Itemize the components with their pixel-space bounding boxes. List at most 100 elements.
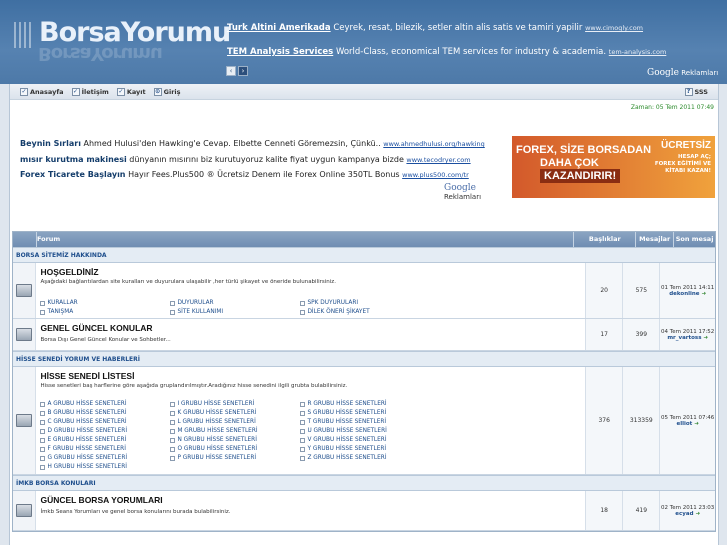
text-ad-title[interactable]: Forex Ticarete Başlayın bbox=[20, 170, 126, 179]
subforum-label: Z GRUBU HİSSE SENETLERİ bbox=[307, 455, 387, 461]
subforum-link[interactable]: R GRUBU HİSSE SENETLERİ bbox=[300, 400, 430, 409]
subforum-link[interactable]: KURALLAR bbox=[40, 299, 170, 308]
subforum-link[interactable]: F GRUBU HİSSE SENETLERİ bbox=[40, 445, 170, 454]
subforum-link[interactable]: H GRUBU HİSSE SENETLERİ bbox=[40, 463, 170, 472]
subforum-label: P GRUBU HİSSE SENETLERİ bbox=[177, 455, 257, 461]
subforum-label: K GRUBU HİSSE SENETLERİ bbox=[177, 410, 257, 416]
subforum-label: U GRUBU HİSSE SENETLERİ bbox=[307, 428, 387, 434]
subforum-icon bbox=[170, 402, 176, 407]
topic-count: 20 bbox=[586, 263, 624, 318]
subforum-icon bbox=[300, 429, 306, 434]
forum-title[interactable]: GENEL GÜNCEL KONULAR bbox=[40, 323, 581, 333]
google-ads-text: Reklamları bbox=[444, 193, 482, 201]
go-to-post-icon[interactable]: ➜ bbox=[703, 335, 708, 341]
chevron-right-icon[interactable]: › bbox=[238, 66, 248, 76]
subforum-link[interactable]: S GRUBU HİSSE SENETLERİ bbox=[300, 409, 430, 418]
subforum-link[interactable]: C GRUBU HİSSE SENETLERİ bbox=[40, 418, 170, 427]
subforum-link[interactable]: K GRUBU HİSSE SENETLERİ bbox=[170, 409, 300, 418]
header-ad-title[interactable]: Turk Altini Amerikada bbox=[227, 23, 331, 33]
google-ads-label[interactable]: Google Reklamları bbox=[647, 68, 718, 78]
help-icon: ? bbox=[684, 88, 693, 96]
subforum-icon bbox=[170, 310, 176, 315]
forum-title[interactable]: HİSSE SENEDİ LİSTESİ bbox=[40, 371, 581, 381]
subforum-link[interactable]: G GRUBU HİSSE SENETLERİ bbox=[40, 454, 170, 463]
subforum-link[interactable]: P GRUBU HİSSE SENETLERİ bbox=[170, 454, 300, 463]
subforum-link[interactable]: DUYURULAR bbox=[170, 299, 300, 308]
subforum-icon bbox=[40, 429, 46, 434]
nav-item-iletisim[interactable]: ✓ İletişim bbox=[71, 87, 109, 96]
text-ad-url[interactable]: www.plus500.com/tr bbox=[402, 171, 469, 179]
subforum-link[interactable]: L GRUBU HİSSE SENETLERİ bbox=[170, 418, 300, 427]
subforum-link[interactable]: T GRUBU HİSSE SENETLERİ bbox=[300, 418, 430, 427]
last-post-user[interactable]: ecyad ➜ bbox=[675, 511, 700, 517]
subforum-label: F GRUBU HİSSE SENETLERİ bbox=[47, 446, 126, 452]
banner-badge-sub: HESAP AÇ; FOREX EĞİTİMİ VE KİTABI KAZAN! bbox=[654, 154, 711, 174]
faq-label: SSS bbox=[694, 88, 708, 96]
subforum-link[interactable]: I GRUBU HİSSE SENETLERİ bbox=[170, 400, 300, 409]
text-ad-url[interactable]: www.tecodryer.com bbox=[406, 156, 470, 164]
subforum-link[interactable]: Z GRUBU HİSSE SENETLERİ bbox=[300, 454, 430, 463]
text-ad-url[interactable]: www.ahmedhulusi.org/hawking bbox=[383, 140, 485, 148]
subforum-link[interactable]: V GRUBU HİSSE SENETLERİ bbox=[300, 436, 430, 445]
chevron-left-icon[interactable]: ‹ bbox=[226, 66, 236, 76]
subforum-link[interactable]: A GRUBU HİSSE SENETLERİ bbox=[40, 400, 170, 409]
subforum-icon bbox=[170, 438, 176, 443]
subforum-link[interactable]: TANIŞMA bbox=[40, 308, 170, 317]
post-count: 575 bbox=[623, 263, 661, 318]
category-header[interactable]: HİSSE SENEDİ YORUM VE HABERLERİ bbox=[13, 351, 715, 367]
nav-item-giris[interactable]: ⊙ Giriş bbox=[153, 87, 181, 96]
text-ad-title[interactable]: mısır kurutma makinesi bbox=[20, 155, 127, 164]
last-post-user[interactable]: mr_vartoss ➜ bbox=[667, 335, 708, 341]
subforum-link[interactable]: M GRUBU HİSSE SENETLERİ bbox=[170, 427, 300, 436]
subforum-link[interactable]: DİLEK ÖNERİ ŞİKAYET bbox=[300, 308, 430, 317]
nav-item-label: Kayıt bbox=[126, 87, 146, 96]
text-ad[interactable]: mısır kurutma makinesi dünyanın mısırını… bbox=[20, 155, 471, 164]
forum-title[interactable]: GÜNCEL BORSA YORUMLARI bbox=[40, 495, 581, 505]
subforum-link[interactable]: Y GRUBU HİSSE SENETLERİ bbox=[300, 445, 430, 454]
go-to-post-icon[interactable]: ➜ bbox=[701, 291, 706, 297]
subforum-link[interactable]: SPK DUYURULARI bbox=[300, 299, 430, 308]
text-ad[interactable]: Beynin Sırları Ahmed Hulusi'den Hawking'… bbox=[20, 139, 485, 148]
subforum-link[interactable]: O GRUBU HİSSE SENETLERİ bbox=[170, 445, 300, 454]
header-ad-url[interactable]: tem-analysis.com bbox=[609, 48, 667, 56]
google-ads-label[interactable]: Google Reklamları bbox=[444, 183, 508, 201]
last-post: 01 Tem 2011 14:11 dekonline ➜ bbox=[660, 263, 715, 318]
subforum-link[interactable]: D GRUBU HİSSE SENETLERİ bbox=[40, 427, 170, 436]
logo-mark-icon bbox=[14, 22, 34, 48]
last-post-user[interactable]: elliot ➜ bbox=[677, 421, 699, 427]
text-ad-body: Hayır Fees.Plus500 ® Ücretsiz Denem ile … bbox=[128, 170, 400, 179]
contact-icon: ✓ bbox=[71, 87, 80, 96]
header-ad-title[interactable]: TEM Analysis Services bbox=[227, 47, 333, 57]
subforum-link[interactable]: B GRUBU HİSSE SENETLERİ bbox=[40, 409, 170, 418]
go-to-post-icon[interactable]: ➜ bbox=[695, 511, 700, 517]
text-ad-body: dünyanın mısırını biz kurutuyoruz kalite… bbox=[129, 155, 404, 164]
nav-item-kayit[interactable]: ✓ Kayıt bbox=[116, 87, 146, 96]
forum-folder-icon bbox=[16, 414, 33, 427]
header-ad-url[interactable]: www.cimogly.com bbox=[585, 24, 643, 32]
register-icon: ✓ bbox=[116, 87, 125, 96]
subforum-link[interactable]: U GRUBU HİSSE SENETLERİ bbox=[300, 427, 430, 436]
text-ad-title[interactable]: Beynin Sırları bbox=[20, 139, 81, 148]
header-ad-2[interactable]: TEM Analysis Services World-Class, econo… bbox=[227, 47, 666, 57]
faq-link[interactable]: ? SSS bbox=[684, 88, 708, 96]
text-ad[interactable]: Forex Ticarete Başlayın Hayır Fees.Plus5… bbox=[20, 170, 469, 179]
category-header[interactable]: İMKB BORSA KONULARI bbox=[13, 475, 715, 491]
subforum-icon bbox=[170, 420, 176, 425]
nav-item-anasayfa[interactable]: ✓ Anasayfa bbox=[20, 87, 64, 96]
last-post: 04 Tem 2011 17:52 mr_vartoss ➜ bbox=[660, 319, 715, 350]
category-header[interactable]: BORSA SİTEMİZ HAKKINDA bbox=[13, 247, 715, 263]
subforum-link[interactable]: E GRUBU HİSSE SENETLERİ bbox=[40, 436, 170, 445]
forex-banner-ad[interactable]: FOREX, SİZE BORSADAN DAHA ÇOK KAZANDIRIR!… bbox=[512, 136, 715, 198]
forum-row: HİSSE SENEDİ LİSTESİ Hisse senetleri baş… bbox=[13, 367, 715, 475]
topic-count: 376 bbox=[586, 367, 624, 474]
forum-status-cell bbox=[13, 367, 37, 474]
subforum-link[interactable]: SİTE KULLANIMI bbox=[170, 308, 300, 317]
subforum-icon bbox=[170, 429, 176, 434]
nav-item-label: İletişim bbox=[81, 87, 109, 96]
go-to-post-icon[interactable]: ➜ bbox=[694, 421, 699, 427]
subforum-link[interactable]: N GRUBU HİSSE SENETLERİ bbox=[170, 436, 300, 445]
last-post-user[interactable]: dekonline ➜ bbox=[669, 291, 706, 297]
header-ad-1[interactable]: Turk Altini Amerikada Ceyrek, resat, bil… bbox=[227, 23, 643, 33]
forum-title[interactable]: HOŞGELDİNİZ bbox=[40, 267, 581, 277]
subforum-label: O GRUBU HİSSE SENETLERİ bbox=[177, 446, 258, 452]
